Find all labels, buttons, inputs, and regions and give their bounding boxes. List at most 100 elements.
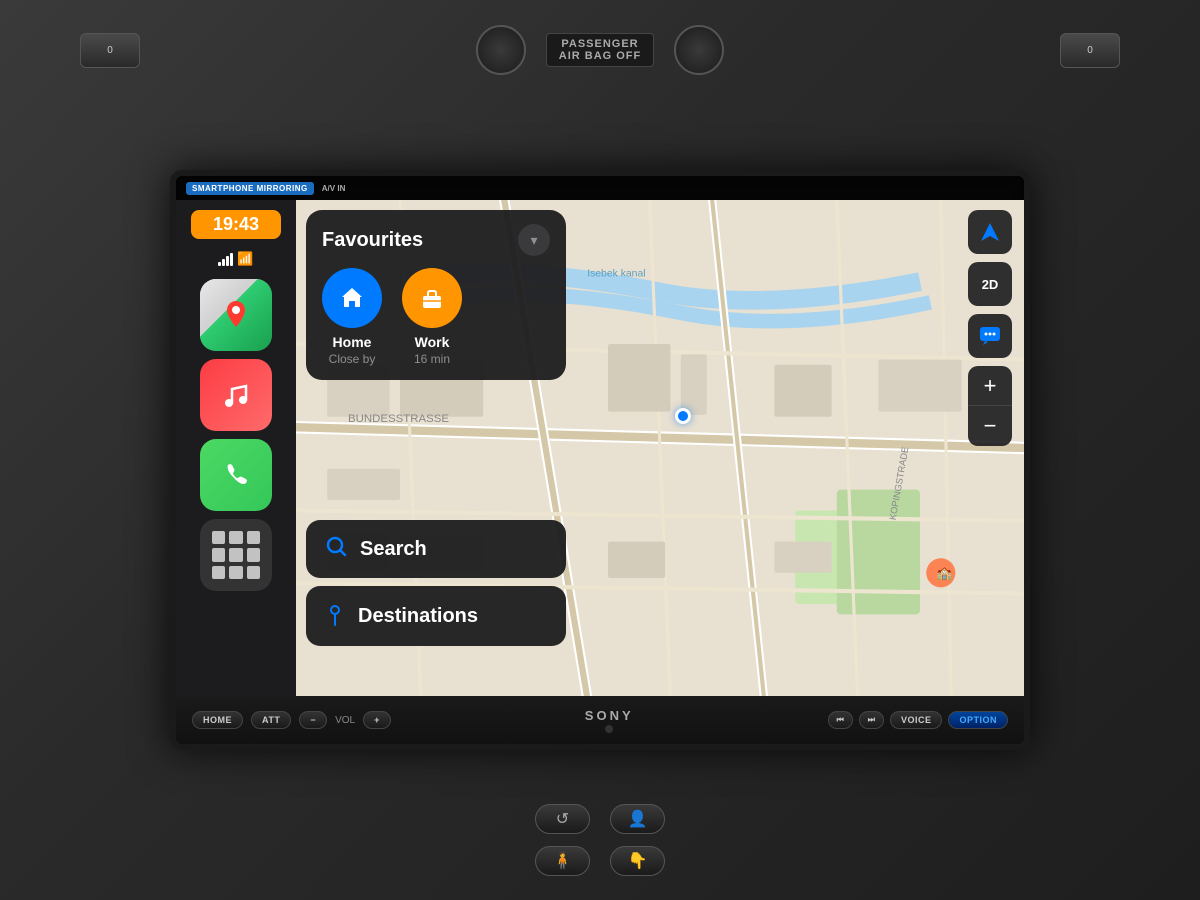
time-display: 19:43 — [191, 210, 281, 239]
sidebar: 19:43 📶 — [176, 200, 296, 696]
vent-number-right: 0 — [1087, 45, 1093, 56]
prev-button[interactable]: ⏮ — [828, 711, 853, 729]
avin-badge: A/V IN — [322, 184, 346, 193]
favourites-panel: Favourites ▾ Ho — [306, 210, 566, 380]
app-icon-phone[interactable] — [200, 439, 272, 511]
signal-bars — [218, 252, 233, 266]
location-arrow-button[interactable] — [968, 210, 1012, 254]
top-controls: 0 PASSENGER AIR BAG OFF 0 — [0, 0, 1200, 100]
svg-text:BUNDESSTRASSE: BUNDESSTRASSE — [348, 413, 449, 425]
phone-logo — [218, 457, 254, 493]
music-logo — [218, 377, 254, 413]
app-icon-grid[interactable] — [200, 519, 272, 591]
grid-dot — [212, 548, 225, 561]
signal-bar-2 — [222, 259, 225, 266]
chat-icon — [978, 324, 1002, 348]
work-sublabel: 16 min — [414, 352, 450, 366]
bottom-row-2: 🧍 👇 — [415, 846, 785, 876]
action-buttons: Search Destinations — [306, 520, 566, 646]
grid-dot — [212, 531, 225, 544]
vol-minus-button[interactable]: − — [299, 711, 327, 729]
work-label: Work — [415, 334, 450, 350]
search-label: Search — [360, 538, 427, 561]
home-sublabel: Close by — [329, 352, 376, 366]
next-button[interactable]: ⏭ — [859, 711, 884, 729]
view-2d-button[interactable]: 2D — [968, 262, 1012, 306]
bottom-row-1: ↺ 👤 — [415, 804, 785, 834]
vent-knob-left[interactable]: 0 — [80, 33, 140, 68]
status-bar: SMARTPHONE MIRRORING A/V IN — [176, 176, 1024, 200]
seat-icon-3: 🧍 — [553, 851, 573, 871]
att-button[interactable]: ATT — [251, 711, 291, 729]
wifi-icon: 📶 — [237, 251, 253, 267]
svg-text:Isebek kanal: Isebek kanal — [587, 268, 645, 279]
signal-bar-3 — [226, 256, 229, 266]
favourite-home[interactable]: Home Close by — [322, 268, 382, 366]
seat-cool-btn-1[interactable]: 🧍 — [535, 846, 590, 876]
destinations-label: Destinations — [358, 605, 478, 628]
sony-bar: HOME ATT − VOL + SONY ⏮ ⏭ VOICE OPTION — [176, 696, 1024, 744]
seat-heat-btn-1[interactable]: ↺ — [535, 804, 590, 834]
zoom-in-button[interactable]: + — [968, 366, 1012, 406]
grid-dot — [229, 548, 242, 561]
app-icon-maps[interactable] — [200, 279, 272, 351]
map-controls: 2D + — [968, 210, 1012, 446]
grid-dot — [247, 531, 260, 544]
panel-title: Favourites — [322, 229, 423, 252]
map-area: BUNDESSTRASSE KOPINGSTRADE 🏫 Isebek kana… — [296, 200, 1024, 696]
house-icon — [338, 284, 366, 312]
grid-dot — [247, 566, 260, 579]
seat-cool-btn-2[interactable]: 👇 — [610, 846, 665, 876]
grid-dot — [247, 548, 260, 561]
sony-center: SONY — [585, 708, 634, 733]
sony-controls-left: HOME ATT − VOL + — [192, 711, 391, 729]
signal-bar-1 — [218, 262, 221, 266]
zoom-controls: + − — [968, 366, 1012, 446]
vent-dial-right[interactable] — [674, 25, 724, 75]
seat-icon-1: ↺ — [556, 809, 569, 829]
signal-bar-4 — [230, 253, 233, 266]
vent-dial-left[interactable] — [476, 25, 526, 75]
app-icon-music[interactable] — [200, 359, 272, 431]
bottom-controls: ↺ 👤 🧍 👇 — [0, 780, 1200, 900]
seat-heat-btn-2[interactable]: 👤 — [610, 804, 665, 834]
seat-icon-2: 👤 — [628, 809, 648, 829]
home-label: Home — [333, 334, 372, 350]
grid-dot — [229, 566, 242, 579]
voice-button[interactable]: VOICE — [890, 711, 943, 729]
sony-controls-right: ⏮ ⏭ VOICE OPTION — [828, 711, 1008, 729]
panel-chevron-button[interactable]: ▾ — [518, 224, 550, 256]
location-arrow-icon — [979, 221, 1001, 243]
sony-indicator — [605, 725, 613, 733]
airbag-label: PASSENGER AIR BAG OFF — [546, 33, 655, 67]
zoom-out-button[interactable]: − — [968, 406, 1012, 446]
vent-knob-right[interactable]: 0 — [1060, 33, 1120, 68]
info-button[interactable] — [968, 314, 1012, 358]
svg-text:🏫: 🏫 — [937, 566, 953, 580]
vent-number-left: 0 — [107, 45, 113, 56]
favourites-row: Home Close by — [322, 268, 550, 366]
search-button[interactable]: Search — [306, 520, 566, 578]
search-icon — [324, 534, 348, 564]
favourite-work[interactable]: Work 16 min — [402, 268, 462, 366]
panel-header: Favourites ▾ — [322, 224, 550, 256]
home-icon — [322, 268, 382, 328]
user-location-dot — [675, 408, 691, 424]
grid-dot — [212, 566, 225, 579]
sony-brand: SONY — [585, 708, 634, 723]
maps-logo — [218, 297, 254, 333]
destinations-button[interactable]: Destinations — [306, 586, 566, 646]
vol-label: VOL — [335, 715, 355, 726]
screen-unit: SMARTPHONE MIRRORING A/V IN 19:43 📶 — [170, 170, 1030, 750]
mirroring-badge: SMARTPHONE MIRRORING — [186, 182, 314, 195]
briefcase-icon — [418, 284, 446, 312]
destinations-icon — [324, 600, 346, 632]
signal-wifi: 📶 — [218, 251, 253, 267]
home-button[interactable]: HOME — [192, 711, 243, 729]
seat-icon-4: 👇 — [628, 851, 648, 871]
work-icon — [402, 268, 462, 328]
grid-dot — [229, 531, 242, 544]
vol-plus-button[interactable]: + — [363, 711, 391, 729]
car-body: 0 PASSENGER AIR BAG OFF 0 SMARTPHONE MIR… — [0, 0, 1200, 900]
option-button[interactable]: OPTION — [948, 711, 1008, 729]
